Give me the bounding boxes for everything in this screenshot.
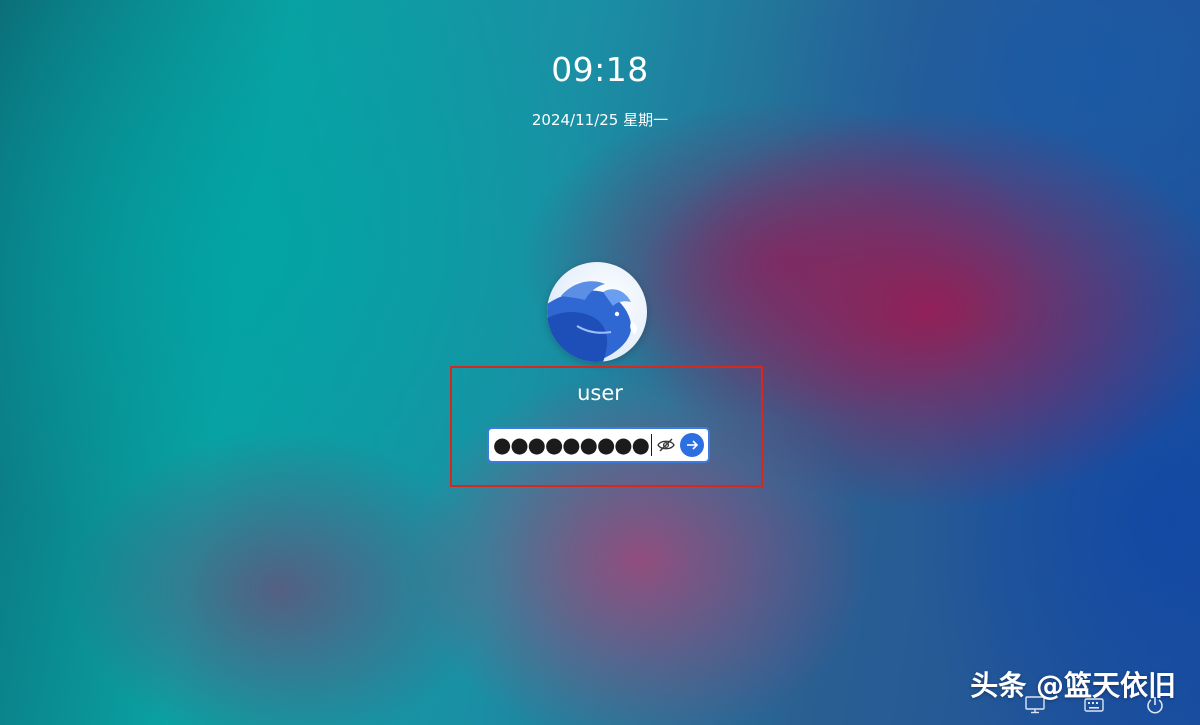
dragon-avatar-icon bbox=[547, 281, 638, 362]
power-button[interactable] bbox=[1144, 694, 1166, 716]
user-avatar[interactable] bbox=[547, 262, 647, 362]
screen-button[interactable] bbox=[1024, 694, 1046, 716]
keyboard-button[interactable] bbox=[1083, 694, 1105, 716]
keyboard-icon bbox=[1084, 698, 1104, 712]
password-field[interactable]: ●●●●●●●●● bbox=[487, 427, 710, 463]
eye-hidden-icon bbox=[657, 438, 675, 452]
clock-date: 2024/11/25 星期一 bbox=[531, 111, 669, 129]
arrow-right-icon bbox=[687, 440, 699, 450]
password-masked-value: ●●●●●●●●● bbox=[493, 433, 650, 457]
power-icon bbox=[1147, 697, 1163, 714]
clock-widget: 09:18 2024/11/25 星期一 bbox=[0, 48, 1200, 130]
login-submit-button[interactable] bbox=[680, 433, 704, 457]
clock-time: 09:18 bbox=[551, 50, 649, 89]
screen-icon bbox=[1025, 696, 1045, 714]
username-label: user bbox=[577, 381, 623, 405]
show-password-button[interactable] bbox=[656, 435, 676, 455]
text-cursor bbox=[650, 434, 652, 456]
